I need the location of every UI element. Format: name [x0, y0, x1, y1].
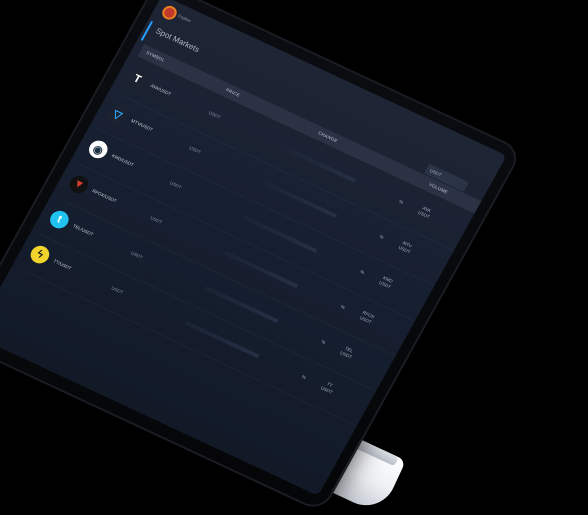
volume-cell: KMD USDT	[378, 275, 395, 291]
app-logo-icon[interactable]	[159, 3, 180, 22]
laptop-screen: Cryptex Spot Markets USDT SYMBOL PRICE C…	[0, 0, 507, 496]
volume-cell: MTV USDT	[397, 240, 414, 256]
laptop-lid: Cryptex Spot Markets USDT SYMBOL PRICE C…	[0, 0, 521, 511]
app-logo-text: Cryptex	[177, 13, 193, 24]
pair-label: TEL/USDT	[72, 223, 95, 237]
change-value: %	[339, 304, 346, 311]
pair-label: RFOX/USDT	[91, 188, 118, 204]
change-value: %	[398, 198, 405, 205]
price-value: USDT	[149, 215, 163, 225]
volume-cell: TEL USDT	[339, 345, 356, 361]
change-value: %	[359, 268, 366, 276]
header-symbol[interactable]: SYMBOL	[145, 50, 166, 63]
fox-icon: ▼	[66, 172, 92, 197]
price-value: USDT	[207, 110, 222, 120]
pair-label: TT/USDT	[52, 258, 73, 271]
change-value: %	[320, 339, 327, 346]
price-value: USDT	[130, 250, 144, 260]
price-value: USDT	[110, 285, 125, 295]
header-volume[interactable]: VOLUME	[428, 182, 449, 195]
ring-icon: ◉	[85, 137, 111, 162]
thunder-icon: ϟ	[27, 242, 53, 267]
triangle-icon: ▽	[105, 102, 131, 127]
price-value: USDT	[188, 145, 202, 155]
volume-cell: TT USDT	[319, 380, 336, 396]
pair-label: KMD/USDT	[110, 153, 135, 168]
active-section-indicator	[140, 20, 154, 41]
price-value: USDT	[168, 180, 183, 190]
change-value: %	[378, 233, 385, 240]
letter-t-icon: T	[124, 67, 150, 91]
telcoin-icon: t	[46, 207, 72, 232]
volume-cell: AVA USDT	[417, 205, 434, 221]
pair-label: MTV/USDT	[130, 118, 154, 133]
pair-label: AVA/USDT	[149, 83, 172, 97]
laptop-scene: Cryptex Spot Markets USDT SYMBOL PRICE C…	[0, 0, 588, 515]
header-change[interactable]: CHANGE	[317, 130, 338, 143]
page-title: Spot Markets	[154, 26, 202, 55]
volume-cell: RFOX USDT	[358, 310, 376, 326]
header-price[interactable]: PRICE	[225, 87, 241, 98]
change-value: %	[300, 374, 307, 381]
